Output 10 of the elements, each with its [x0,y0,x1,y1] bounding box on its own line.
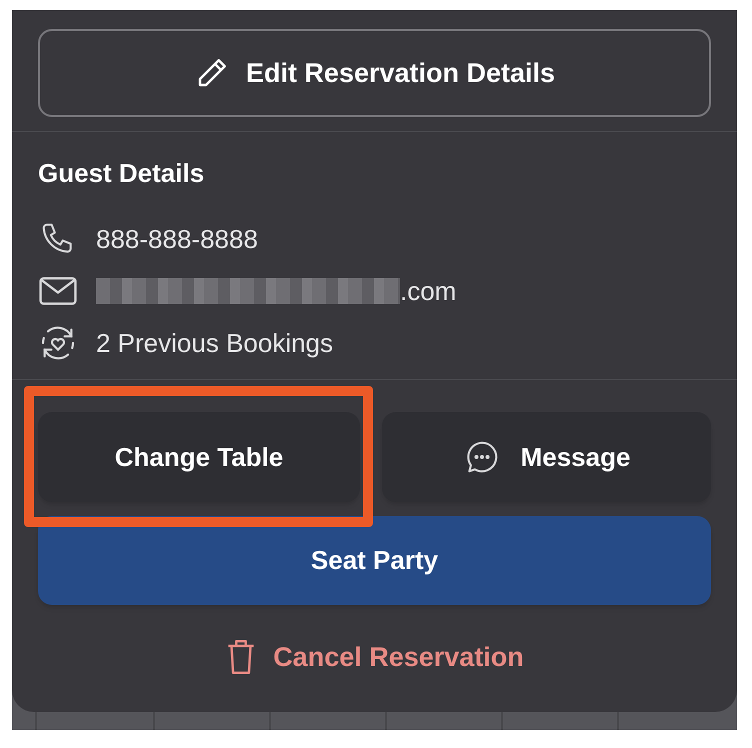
email-address: .com [400,274,456,308]
seat-party-button[interactable]: Seat Party [38,516,711,605]
cancel-reservation-button[interactable]: Cancel Reservation [225,637,524,678]
phone-number: 888-888-8888 [96,222,258,256]
previous-bookings: 2 Previous Bookings [96,326,334,360]
edit-reservation-button[interactable]: Edit Reservation Details [38,29,711,117]
section-title: Guest Details [38,157,206,190]
envelope-icon [39,276,77,306]
message-button[interactable]: Message [382,412,711,502]
change-table-button[interactable]: Change Table [38,412,360,502]
